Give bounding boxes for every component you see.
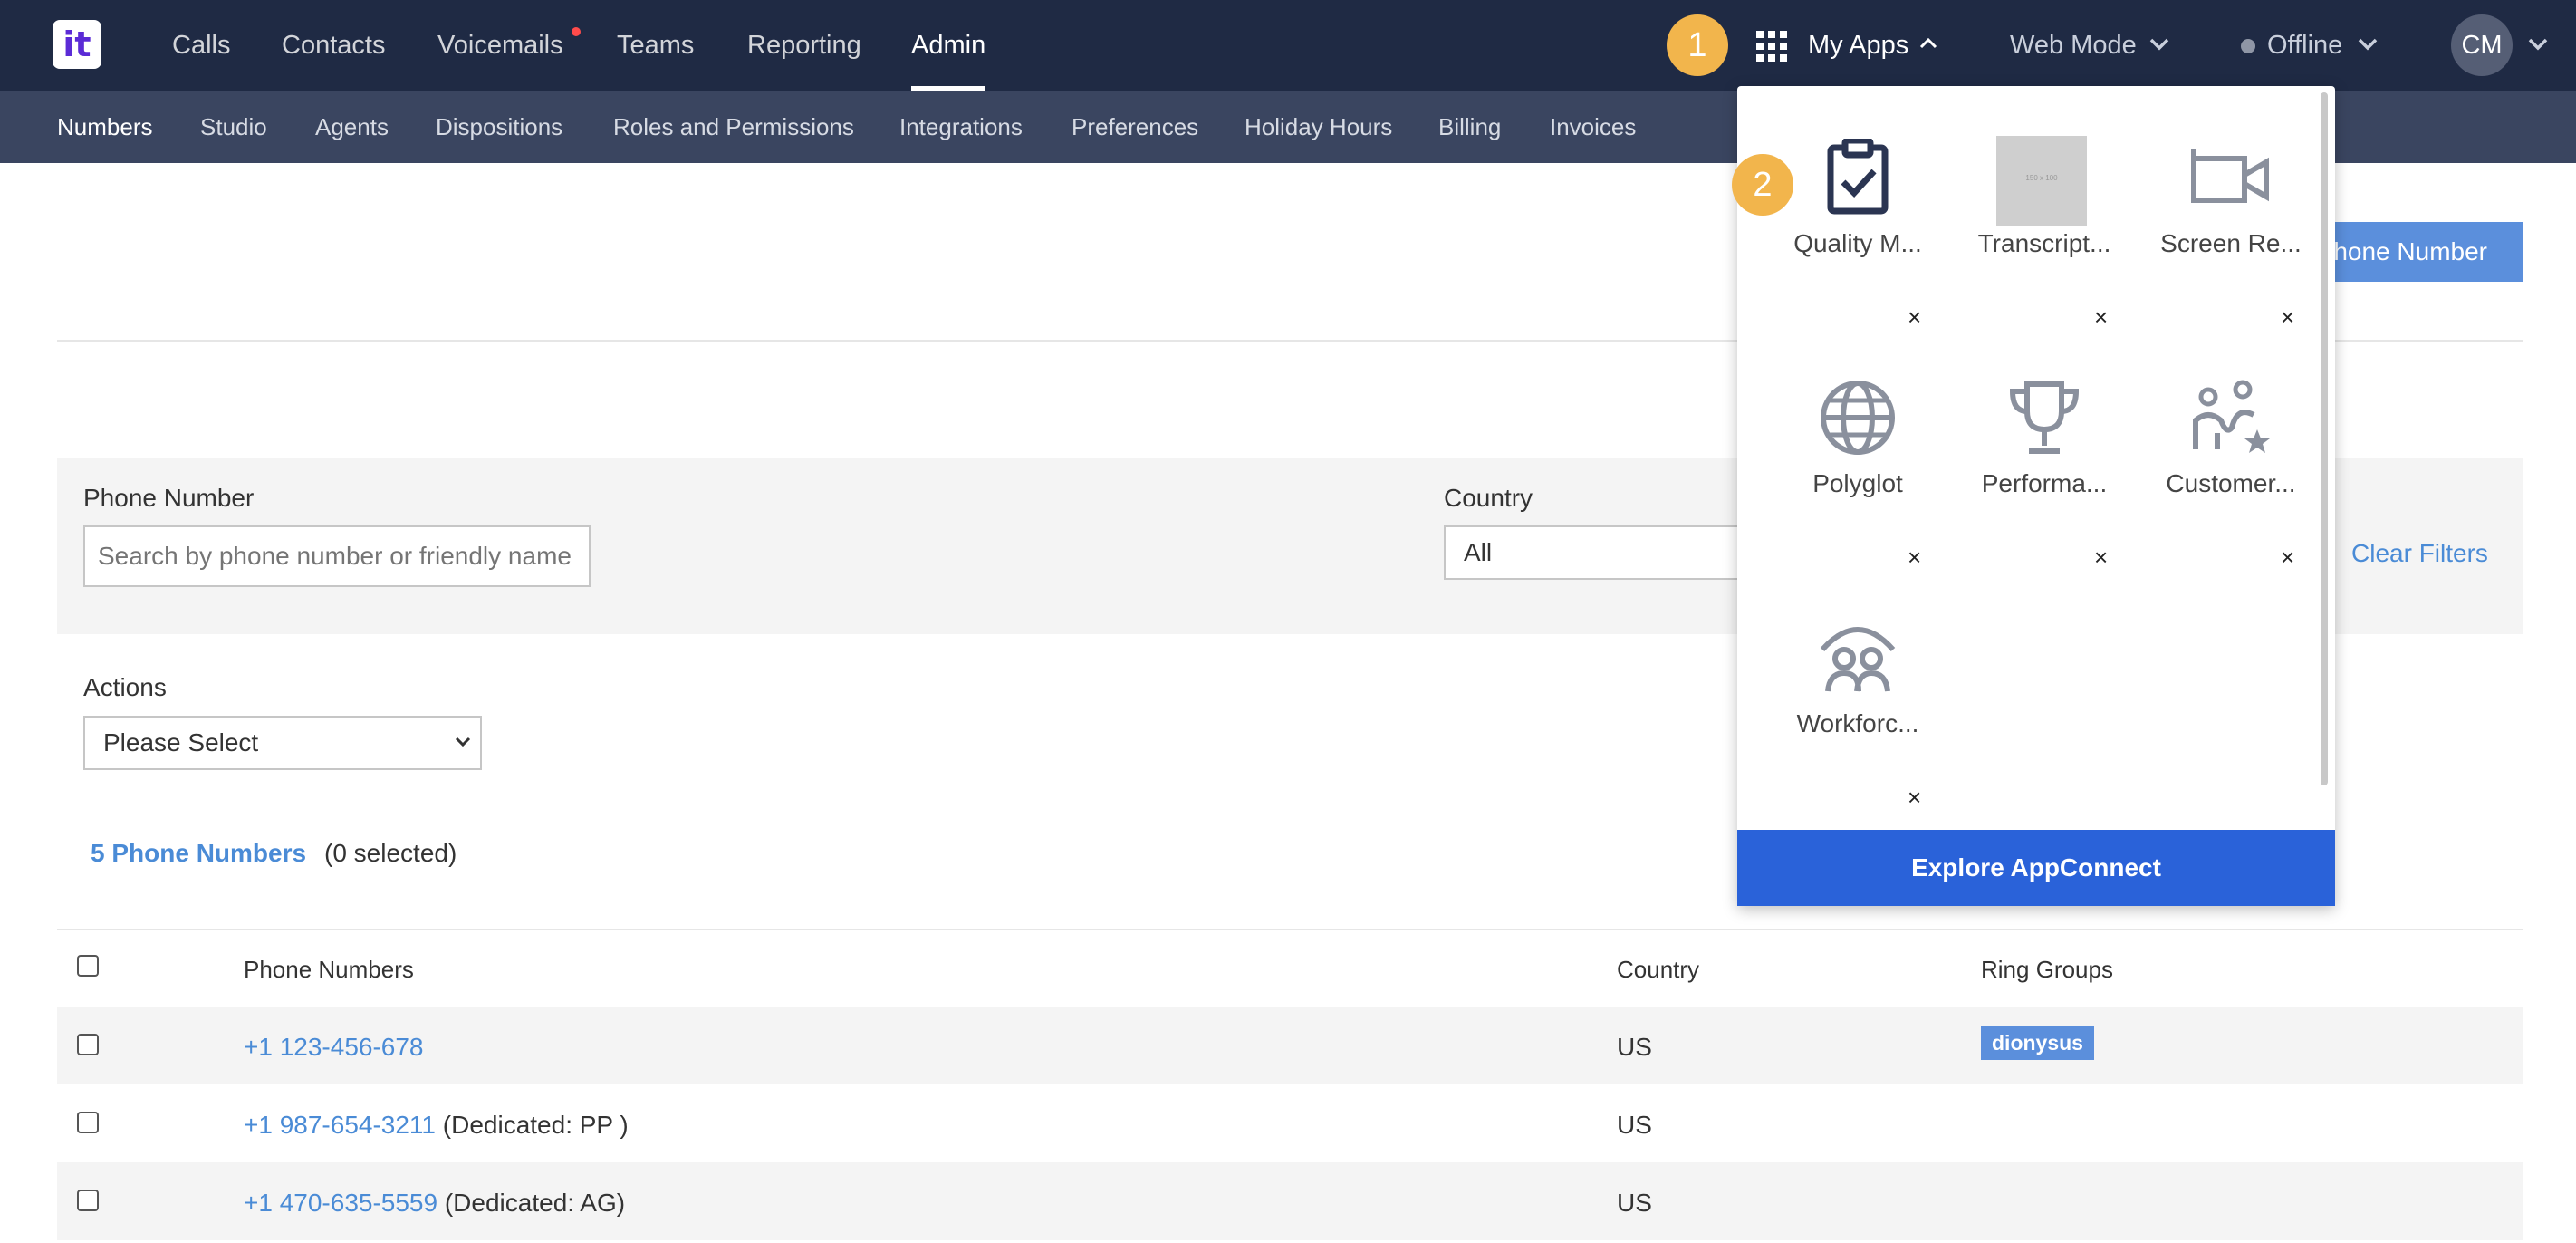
remove-app-icon[interactable]: × bbox=[2094, 544, 2108, 572]
select-chevron-down-icon bbox=[455, 737, 471, 747]
selected-count: (0 selected) bbox=[324, 839, 457, 867]
subnav-studio[interactable]: Studio bbox=[200, 91, 267, 163]
topnav-calls[interactable]: Calls bbox=[172, 0, 230, 91]
user-avatar[interactable]: CM bbox=[2451, 14, 2513, 76]
phone-number-link[interactable]: +1 123-456-678 bbox=[244, 1033, 424, 1062]
app-label: Customer... bbox=[2166, 469, 2296, 497]
trophy-icon bbox=[2009, 381, 2080, 454]
my-apps-dropdown: Quality M... × 150 x 100 Transcript... ×… bbox=[1737, 86, 2335, 906]
chevron-down-icon[interactable] bbox=[2527, 36, 2549, 53]
app-label: Transcript... bbox=[1977, 229, 2111, 257]
phone-number-filter-label: Phone Number bbox=[83, 484, 255, 512]
chevron-up-icon[interactable] bbox=[1918, 36, 1938, 51]
row-checkbox[interactable] bbox=[77, 1190, 99, 1211]
clipboard-check-icon bbox=[1827, 139, 1889, 215]
top-navigation-bar bbox=[0, 0, 2576, 91]
subnav-roles-permissions[interactable]: Roles and Permissions bbox=[613, 91, 854, 163]
actions-select-value: Please Select bbox=[103, 728, 259, 756]
app-tile-quality-management[interactable]: Quality M... bbox=[1764, 122, 1951, 349]
app-tile-screen-recording[interactable]: Screen Re... bbox=[2138, 122, 2324, 349]
country-cell: US bbox=[1617, 1033, 1652, 1061]
column-header-phone[interactable]: Phone Numbers bbox=[244, 956, 414, 984]
chevron-down-icon[interactable] bbox=[2357, 36, 2379, 53]
chevron-down-icon[interactable] bbox=[2148, 36, 2170, 53]
remove-app-icon[interactable]: × bbox=[2281, 544, 2294, 572]
phone-number-cell: +1 470-635-5559 (Dedicated: AG) bbox=[244, 1189, 625, 1218]
explore-appconnect-button[interactable]: Explore AppConnect bbox=[1737, 830, 2335, 906]
subnav-agents[interactable]: Agents bbox=[315, 91, 389, 163]
subnav-invoices[interactable]: Invoices bbox=[1550, 91, 1636, 163]
subnav-billing[interactable]: Billing bbox=[1438, 91, 1501, 163]
subnav-integrations[interactable]: Integrations bbox=[899, 91, 1023, 163]
placeholder-text: 150 x 100 bbox=[2025, 174, 2058, 182]
phone-number-link[interactable]: +1 987-654-3211 bbox=[244, 1111, 436, 1139]
web-mode-dropdown[interactable]: Web Mode bbox=[2010, 0, 2137, 91]
app-tile-workforce[interactable]: Workforc... bbox=[1764, 602, 1951, 829]
step-callout-2: 2 bbox=[1732, 154, 1793, 216]
phone-number-cell: +1 987-654-3211 (Dedicated: PP ) bbox=[244, 1111, 629, 1140]
country-cell: US bbox=[1617, 1189, 1652, 1217]
phone-number-search-input[interactable] bbox=[83, 525, 591, 587]
remove-app-icon[interactable]: × bbox=[1908, 304, 1921, 332]
globe-icon bbox=[1821, 381, 1895, 455]
dedicated-note: (Dedicated: AG) bbox=[444, 1189, 626, 1217]
phone-number-link[interactable]: +1 470-635-5559 bbox=[244, 1189, 437, 1217]
app-label: Quality M... bbox=[1793, 229, 1922, 257]
topnav-teams[interactable]: Teams bbox=[617, 0, 694, 91]
topnav-reporting[interactable]: Reporting bbox=[747, 0, 861, 91]
app-label: Workforc... bbox=[1796, 709, 1919, 737]
actions-select[interactable]: Please Select bbox=[83, 716, 482, 770]
app-tile-transcription[interactable]: 150 x 100 Transcript... bbox=[1951, 122, 2138, 349]
app-label: Polyglot bbox=[1812, 469, 1903, 497]
customer-star-icon bbox=[2193, 380, 2270, 453]
row-checkbox[interactable] bbox=[77, 1034, 99, 1055]
status-dropdown[interactable]: Offline bbox=[2267, 0, 2342, 91]
app-label: Screen Re... bbox=[2160, 229, 2302, 257]
subnav-holiday-hours[interactable]: Holiday Hours bbox=[1245, 91, 1392, 163]
ring-group-tag: dionysus bbox=[1981, 1026, 2094, 1060]
phone-number-count: 5 Phone Numbers bbox=[91, 839, 307, 867]
remove-app-icon[interactable]: × bbox=[2281, 304, 2294, 332]
app-tile-customer[interactable]: Customer... bbox=[2138, 362, 2324, 589]
status-dot-icon bbox=[2241, 39, 2255, 53]
subnav-dispositions[interactable]: Dispositions bbox=[436, 91, 562, 163]
table-header bbox=[57, 929, 2523, 1008]
topnav-contacts[interactable]: Contacts bbox=[282, 0, 385, 91]
country-filter-select[interactable]: All bbox=[1444, 525, 1743, 580]
app-tile-performance[interactable]: Performa... bbox=[1951, 362, 2138, 589]
apps-grid-icon[interactable] bbox=[1756, 31, 1787, 62]
column-header-country[interactable]: Country bbox=[1617, 956, 1699, 984]
dedicated-note: (Dedicated: PP ) bbox=[442, 1111, 629, 1139]
table-row bbox=[57, 1007, 2523, 1084]
row-checkbox[interactable] bbox=[77, 1112, 99, 1133]
clear-filters-link[interactable]: Clear Filters bbox=[2351, 539, 2488, 568]
app-logo[interactable]: it bbox=[53, 20, 101, 69]
remove-app-icon[interactable]: × bbox=[1908, 784, 1921, 812]
column-header-ring-groups[interactable]: Ring Groups bbox=[1981, 956, 2113, 984]
workforce-people-icon bbox=[1820, 627, 1896, 692]
placeholder-image-icon: 150 x 100 bbox=[1996, 136, 2087, 226]
app-label: Performa... bbox=[1981, 469, 2108, 497]
voicemail-notification-dot bbox=[572, 27, 581, 36]
remove-app-icon[interactable]: × bbox=[2094, 304, 2108, 332]
step-callout-1: 1 bbox=[1667, 14, 1728, 76]
subnav-preferences[interactable]: Preferences bbox=[1072, 91, 1198, 163]
topnav-voicemails[interactable]: Voicemails bbox=[437, 0, 563, 91]
subnav-numbers[interactable]: Numbers bbox=[57, 91, 152, 163]
select-all-checkbox[interactable] bbox=[77, 955, 99, 977]
topnav-admin[interactable]: Admin bbox=[911, 0, 986, 91]
remove-app-icon[interactable]: × bbox=[1908, 544, 1921, 572]
app-tile-polyglot[interactable]: Polyglot bbox=[1764, 362, 1951, 589]
country-cell: US bbox=[1617, 1111, 1652, 1139]
video-camera-icon bbox=[2191, 149, 2269, 203]
my-apps-button[interactable]: My Apps bbox=[1808, 0, 1908, 91]
actions-label: Actions bbox=[83, 673, 167, 701]
country-filter-label: Country bbox=[1444, 484, 1533, 512]
